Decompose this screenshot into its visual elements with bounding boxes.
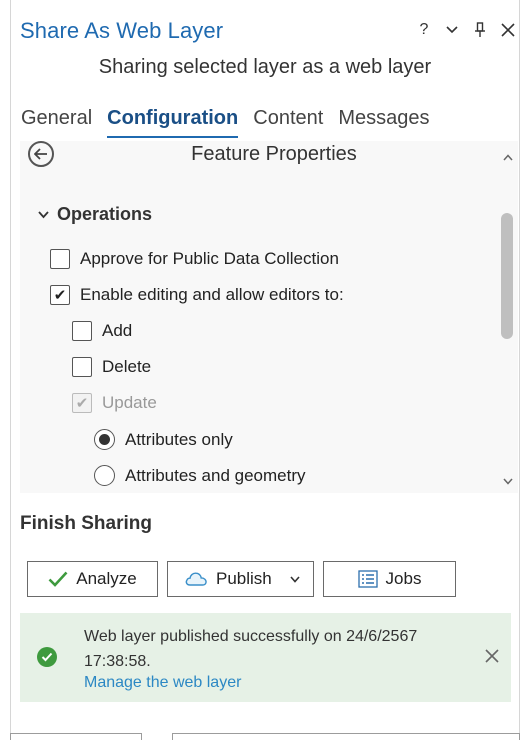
success-check-icon <box>37 647 57 667</box>
enable-editing-checkbox[interactable]: ✔ <box>50 285 70 305</box>
tab-content[interactable]: Content <box>253 107 323 138</box>
jobs-button[interactable]: Jobs <box>323 561 456 597</box>
publish-label: Publish <box>216 569 272 588</box>
approve-public-label: Approve for Public Data Collection <box>80 249 339 268</box>
tab-configuration[interactable]: Configuration <box>107 107 239 138</box>
delete-label: Delete <box>102 357 152 376</box>
pane-title-tools: ? <box>416 20 516 40</box>
update-checkbox: ✔ <box>72 393 92 413</box>
feature-properties-panel: Feature Properties Operations Approve fo… <box>20 141 518 493</box>
bottom-tab-left[interactable] <box>10 733 142 740</box>
scroll-thumb[interactable] <box>501 213 513 339</box>
vertical-scrollbar[interactable] <box>497 141 518 493</box>
delete-row[interactable]: Delete <box>72 357 151 377</box>
approve-public-row[interactable]: Approve for Public Data Collection <box>50 249 339 269</box>
pin-icon[interactable] <box>472 20 488 40</box>
tab-general[interactable]: General <box>21 107 92 138</box>
attributes-only-radio[interactable] <box>94 429 115 450</box>
enable-editing-label: Enable editing and allow editors to: <box>80 285 344 304</box>
success-notification: Web layer published successfully on 24/6… <box>20 613 511 702</box>
pane-title: Share As Web Layer <box>20 18 224 43</box>
chevron-down-icon <box>38 208 49 222</box>
chevron-down-icon[interactable] <box>290 575 300 583</box>
manage-web-layer-link[interactable]: Manage the web layer <box>84 674 241 692</box>
add-checkbox[interactable] <box>72 321 92 341</box>
jobs-label: Jobs <box>385 569 422 588</box>
bottom-tab-right[interactable] <box>172 733 520 740</box>
cloud-icon <box>184 571 208 587</box>
publish-button[interactable]: Publish <box>167 561 314 597</box>
help-icon[interactable]: ? <box>416 20 432 40</box>
back-arrow-icon[interactable] <box>28 141 54 167</box>
list-icon <box>357 570 378 588</box>
finish-sharing-heading: Finish Sharing <box>20 513 152 534</box>
analyze-button[interactable]: Analyze <box>27 561 158 597</box>
update-row: ✔ Update <box>72 393 157 413</box>
analyze-label: Analyze <box>76 569 137 588</box>
dismiss-notification-icon[interactable] <box>485 647 499 667</box>
scroll-down-icon[interactable] <box>497 471 518 491</box>
add-label: Add <box>102 321 133 340</box>
notification-message: Web layer published successfully on 24/6… <box>84 628 418 670</box>
operations-heading: Operations <box>57 204 153 224</box>
options-chevron-icon[interactable] <box>444 20 460 40</box>
attributes-geometry-label: Attributes and geometry <box>125 465 306 485</box>
update-label: Update <box>102 393 157 412</box>
attributes-only-label: Attributes only <box>125 429 233 449</box>
attributes-geometry-row[interactable]: Attributes and geometry <box>94 465 305 486</box>
operations-expander[interactable]: Operations <box>38 204 152 225</box>
tab-bar: General Configuration Content Messages <box>21 107 444 138</box>
delete-checkbox[interactable] <box>72 357 92 377</box>
tab-messages[interactable]: Messages <box>338 107 429 138</box>
feature-properties-title: Feature Properties <box>191 143 357 165</box>
attributes-geometry-radio[interactable] <box>94 465 115 486</box>
attributes-only-row[interactable]: Attributes only <box>94 429 233 450</box>
checkmark-icon <box>48 571 68 587</box>
add-row[interactable]: Add <box>72 321 132 341</box>
scroll-up-icon[interactable] <box>497 147 518 167</box>
close-icon[interactable] <box>500 20 516 40</box>
pane-subtitle: Sharing selected layer as a web layer <box>98 56 432 78</box>
bottom-pane-tabs <box>10 733 520 740</box>
approve-public-checkbox[interactable] <box>50 249 70 269</box>
enable-editing-row[interactable]: ✔ Enable editing and allow editors to: <box>50 285 344 305</box>
